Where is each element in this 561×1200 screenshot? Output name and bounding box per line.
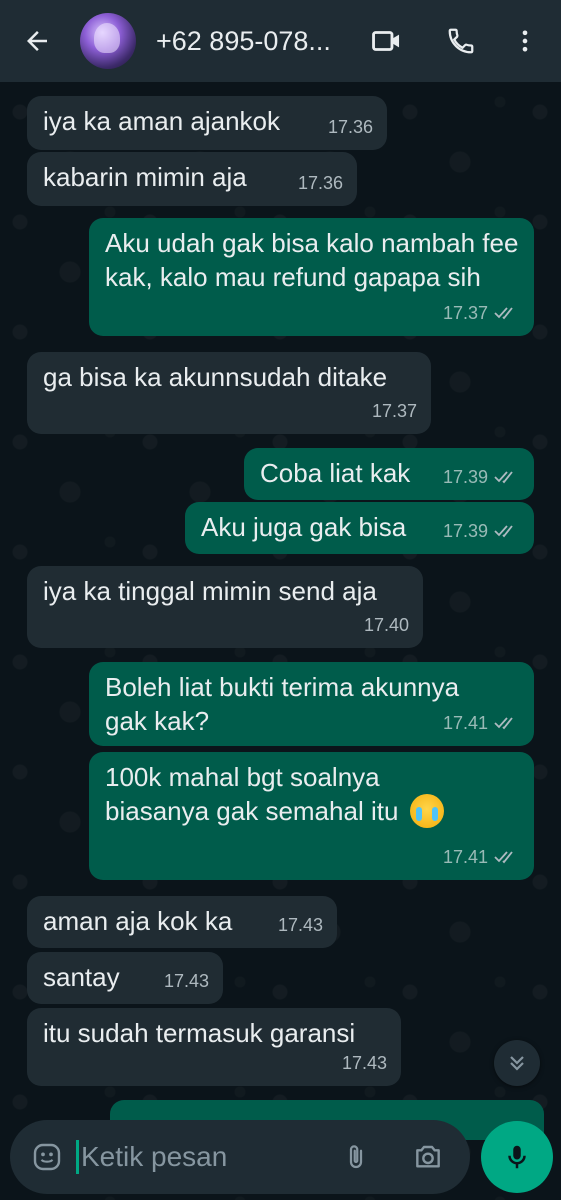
scroll-to-bottom-button[interactable] [494, 1040, 540, 1086]
video-call-button[interactable] [364, 18, 410, 64]
incoming-message[interactable]: ga bisa ka akunnsudah ditake 17.37 [27, 352, 431, 434]
message-text-content: 100k mahal bgt soalnya biasanya gak sema… [105, 762, 399, 826]
outgoing-message[interactable]: Aku udah gak bisa kalo nambah fee kak, k… [89, 218, 534, 336]
message-time: 17.43 [277, 915, 323, 935]
message-meta: 17.39 [443, 460, 520, 494]
incoming-message[interactable]: santay 17.43 [27, 952, 223, 1004]
message-text: itu sudah termasuk garansi [43, 1018, 356, 1048]
message-time: 17.37 [371, 401, 417, 421]
message-meta: 17.41 [443, 706, 520, 740]
message-time: 17.36 [327, 117, 373, 137]
attach-icon [349, 1145, 363, 1169]
more-options-button[interactable] [502, 18, 548, 64]
message-meta: 17.39 [443, 514, 520, 548]
message-input[interactable] [81, 1141, 331, 1173]
incoming-message[interactable]: iya ka tinggal mimin send aja 17.40 [27, 566, 423, 648]
loudly-crying-face-emoji [409, 794, 444, 828]
back-arrow-icon [27, 31, 47, 51]
voice-message-button[interactable] [481, 1121, 553, 1193]
message-meta: 17.37 [372, 394, 417, 428]
outgoing-message[interactable]: Coba liat kak 17.39 [244, 448, 534, 500]
text-cursor [76, 1140, 79, 1174]
message-meta: 17.36 [328, 110, 373, 144]
message-text: Boleh liat bukti terima akunnya gak kak? [105, 672, 460, 736]
message-text: iya ka tinggal mimin send aja [43, 576, 377, 606]
message-time: 17.43 [341, 1053, 387, 1073]
contact-avatar[interactable] [80, 13, 136, 69]
outgoing-message[interactable]: Boleh liat bukti terima akunnya gak kak?… [89, 662, 534, 746]
message-time: 17.41 [442, 847, 488, 867]
double-check-icon [494, 471, 513, 484]
video-call-icon [372, 31, 400, 51]
emoji-button[interactable] [24, 1134, 70, 1180]
voice-call-button[interactable] [438, 18, 484, 64]
message-time: 17.36 [297, 173, 343, 193]
contact-name[interactable]: +62 895-078... [156, 26, 356, 57]
message-text: Aku udah gak bisa kalo nambah fee kak, k… [105, 228, 519, 292]
outgoing-message[interactable]: 100k mahal bgt soalnya biasanya gak sema… [89, 752, 534, 880]
more-options-icon [522, 30, 528, 52]
message-meta: 17.36 [298, 166, 343, 200]
message-meta: 17.41 [443, 840, 520, 874]
message-meta: 17.43 [342, 1046, 387, 1080]
message-text: ga bisa ka akunnsudah ditake [43, 362, 388, 392]
mic-icon [508, 1145, 526, 1169]
outgoing-message[interactable]: Aku juga gak bisa 17.39 [185, 502, 534, 554]
camera-button[interactable] [405, 1134, 451, 1180]
message-time: 17.41 [442, 713, 488, 733]
message-text: 100k mahal bgt soalnya biasanya gak sema… [105, 760, 485, 828]
message-meta: 17.40 [364, 608, 409, 642]
emoji-icon [33, 1143, 61, 1171]
message-meta: 17.37 [443, 296, 520, 330]
message-time: 17.39 [442, 467, 488, 487]
message-text: iya ka aman ajankok [43, 106, 281, 136]
message-time: 17.39 [442, 521, 488, 541]
incoming-message[interactable]: kabarin mimin aja 17.36 [27, 152, 357, 206]
chat-area[interactable]: iya ka aman ajankok 17.36 kabarin mimin … [0, 82, 561, 1200]
message-meta: 17.43 [278, 908, 323, 942]
message-composer [10, 1120, 470, 1194]
double-check-icon [494, 717, 513, 730]
incoming-message[interactable]: itu sudah termasuk garansi 17.43 [27, 1008, 401, 1086]
back-button[interactable] [14, 18, 60, 64]
phone-icon [448, 28, 474, 54]
double-chevron-down-icon [510, 1056, 524, 1071]
message-time: 17.37 [442, 303, 488, 323]
incoming-message[interactable]: aman aja kok ka 17.43 [27, 896, 337, 948]
message-meta: 17.43 [164, 964, 209, 998]
message-time: 17.43 [163, 971, 209, 991]
double-check-icon [494, 851, 513, 864]
message-time: 17.40 [363, 615, 409, 635]
double-check-icon [494, 307, 513, 320]
incoming-message[interactable]: iya ka aman ajankok 17.36 [27, 96, 387, 150]
chat-header: +62 895-078... [0, 0, 561, 82]
double-check-icon [494, 525, 513, 538]
camera-icon [416, 1145, 440, 1168]
attach-button[interactable] [333, 1134, 379, 1180]
